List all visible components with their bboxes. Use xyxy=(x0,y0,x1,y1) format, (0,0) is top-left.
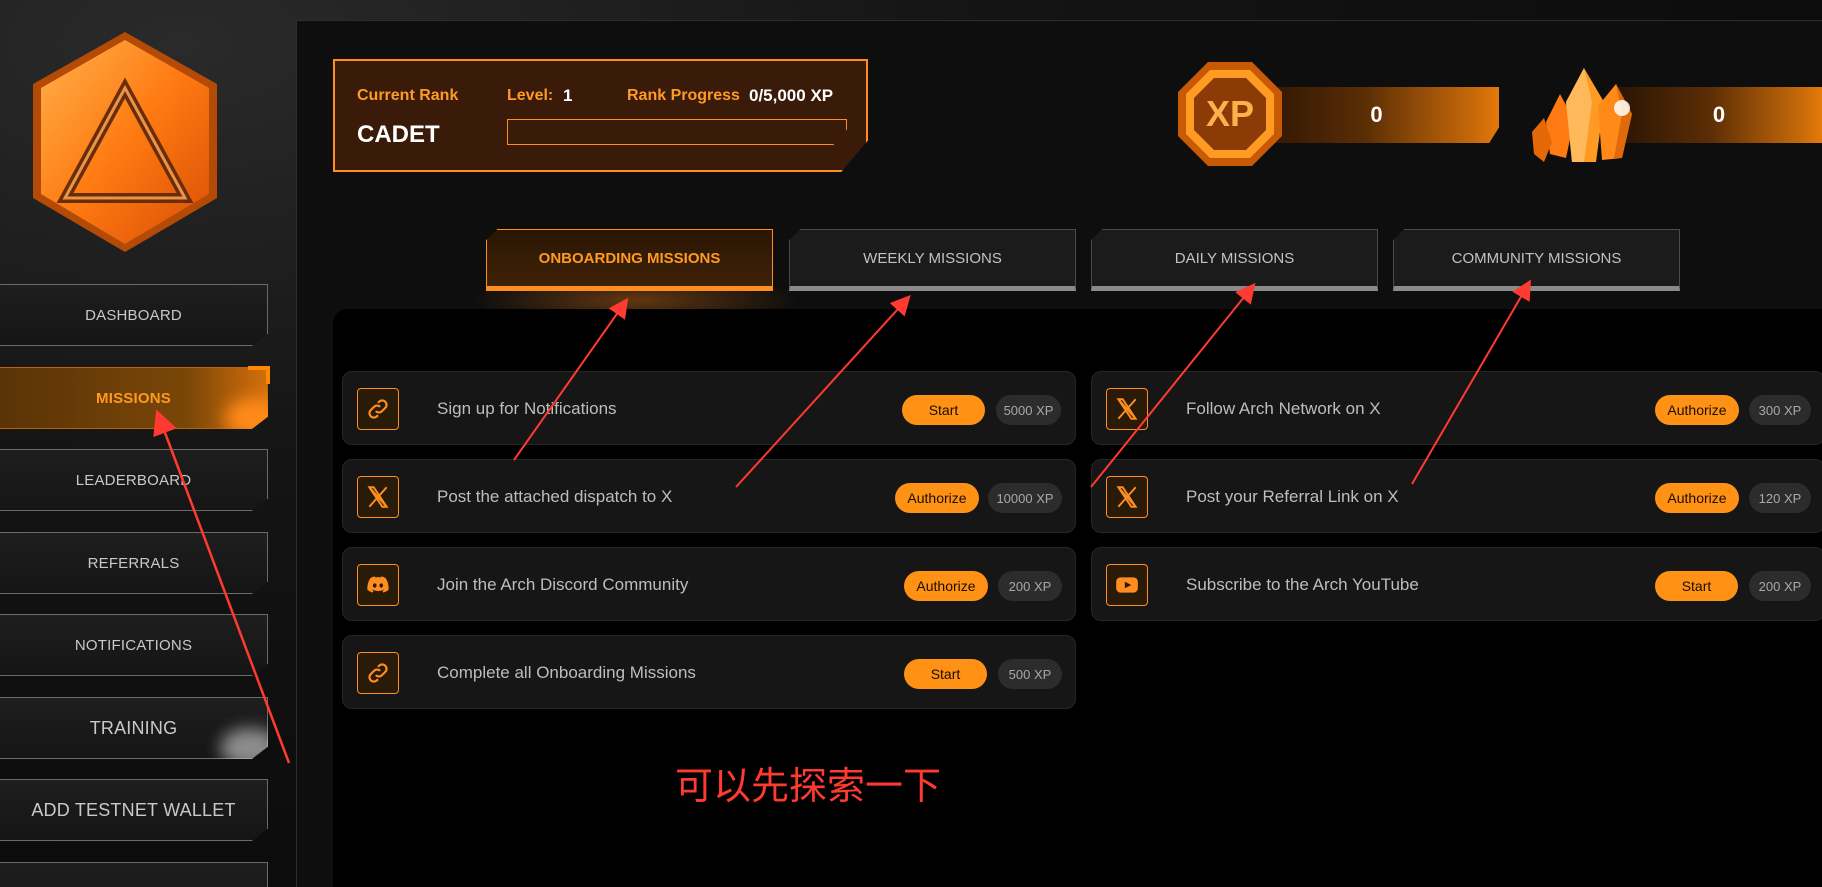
start-button[interactable]: Start xyxy=(902,395,985,425)
authorize-button[interactable]: Authorize xyxy=(895,483,979,513)
xp-reward-badge: 200 XP xyxy=(998,571,1062,601)
app-stage: DASHBOARD MISSIONS LEADERBOARD REFERRALS… xyxy=(0,0,1822,887)
xp-reward-badge: 200 XP xyxy=(1749,571,1811,601)
authorize-button[interactable]: Authorize xyxy=(1655,395,1739,425)
xp-reward-badge: 300 XP xyxy=(1749,395,1811,425)
tab-label: WEEKLY MISSIONS xyxy=(863,249,1002,267)
mission-card: Complete all Onboarding Missions Start 5… xyxy=(342,635,1076,709)
sidebar-item-referrals[interactable]: REFERRALS xyxy=(0,532,268,594)
start-button[interactable]: Start xyxy=(1655,571,1738,601)
sidebar-item-label: TRAINING xyxy=(89,717,178,738)
sidebar-item-training[interactable]: TRAINING xyxy=(0,697,268,759)
start-button[interactable]: Start xyxy=(904,659,987,689)
sidebar: DASHBOARD MISSIONS LEADERBOARD REFERRALS… xyxy=(0,0,296,887)
rank-progress-value: 0/5,000 XP xyxy=(749,86,834,105)
mission-card: Post your Referral Link on X Authorize 1… xyxy=(1091,459,1822,533)
mission-card: Follow Arch Network on X Authorize 300 X… xyxy=(1091,371,1822,445)
xp-badge-icon: XP xyxy=(1178,62,1282,166)
tab-label: DAILY MISSIONS xyxy=(1174,249,1295,267)
tab-label: COMMUNITY MISSIONS xyxy=(1451,249,1622,267)
sidebar-item-leaderboard[interactable]: LEADERBOARD xyxy=(0,449,268,511)
mission-title: Sign up for Notifications xyxy=(437,399,617,418)
tab-onboarding-missions[interactable]: ONBOARDING MISSIONS xyxy=(486,229,773,291)
xp-reward-badge: 10000 XP xyxy=(988,483,1062,513)
rank-panel: Current Rank Level: 1 Rank Progress 0/5,… xyxy=(333,59,868,172)
mission-title: Post the attached dispatch to X xyxy=(437,487,673,506)
sidebar-item-label: NOTIFICATIONS xyxy=(74,636,193,654)
glow-decoration xyxy=(220,728,268,759)
xp-stat: 0 XP xyxy=(1174,58,1499,166)
sidebar-item-more[interactable] xyxy=(0,862,268,887)
mission-title: Follow Arch Network on X xyxy=(1186,399,1381,418)
link-icon xyxy=(357,652,399,694)
xp-reward-badge: 500 XP xyxy=(998,659,1062,689)
sidebar-item-add-testnet-wallet[interactable]: ADD TESTNET WALLET xyxy=(0,779,268,841)
mission-title: Subscribe to the Arch YouTube xyxy=(1186,575,1419,594)
x-logo-icon xyxy=(1106,388,1148,430)
xp-reward-badge: 120 XP xyxy=(1749,483,1811,513)
annotation-note: 可以先探索一下 xyxy=(675,764,942,808)
discord-icon xyxy=(357,564,399,606)
xp-value: 0 xyxy=(1254,87,1499,143)
tab-label: ONBOARDING MISSIONS xyxy=(538,249,721,267)
sidebar-item-missions[interactable]: MISSIONS xyxy=(0,367,268,429)
xp-badge-text: XP xyxy=(1206,93,1254,134)
authorize-button[interactable]: Authorize xyxy=(904,571,988,601)
sidebar-item-label: REFERRALS xyxy=(87,554,180,572)
sidebar-item-label: ADD TESTNET WALLET xyxy=(31,799,236,820)
sidebar-item-dashboard[interactable]: DASHBOARD xyxy=(0,284,268,346)
crystal-value: 0 xyxy=(1616,87,1822,143)
x-logo-icon xyxy=(357,476,399,518)
rank-progress-bar xyxy=(507,119,847,145)
youtube-icon xyxy=(1106,564,1148,606)
rank-progress-label: Rank Progress xyxy=(627,87,740,104)
sidebar-item-notifications[interactable]: NOTIFICATIONS xyxy=(0,614,268,676)
missions-container: Sign up for Notifications Start 5000 XP … xyxy=(333,309,1822,887)
sidebar-item-label: MISSIONS xyxy=(96,389,171,407)
glow-decoration xyxy=(225,398,268,429)
tab-community-missions[interactable]: COMMUNITY MISSIONS xyxy=(1393,229,1680,291)
sidebar-item-label: LEADERBOARD xyxy=(75,471,192,489)
tab-daily-missions[interactable]: DAILY MISSIONS xyxy=(1091,229,1378,291)
tab-weekly-missions[interactable]: WEEKLY MISSIONS xyxy=(789,229,1076,291)
level-value: 1 xyxy=(563,86,573,105)
mission-card: Post the attached dispatch to X Authoriz… xyxy=(342,459,1076,533)
link-icon xyxy=(357,388,399,430)
authorize-button[interactable]: Authorize xyxy=(1655,483,1739,513)
x-logo-icon xyxy=(1106,476,1148,518)
mission-title: Complete all Onboarding Missions xyxy=(437,663,696,682)
sidebar-item-label: DASHBOARD xyxy=(85,306,182,324)
level-label: Level: xyxy=(507,87,554,104)
active-corner-marker xyxy=(248,366,270,384)
mission-title: Join the Arch Discord Community xyxy=(437,575,689,594)
mission-title: Post your Referral Link on X xyxy=(1186,487,1399,506)
current-rank-label: Current Rank xyxy=(357,87,459,104)
xp-reward-badge: 5000 XP xyxy=(996,395,1061,425)
rank-name: CADET xyxy=(357,121,440,148)
mission-card: Join the Arch Discord Community Authoriz… xyxy=(342,547,1076,621)
mission-card: Subscribe to the Arch YouTube Start 200 … xyxy=(1091,547,1822,621)
arch-logo-icon xyxy=(33,32,217,252)
crystal-icon xyxy=(1532,68,1632,162)
mission-card: Sign up for Notifications Start 5000 XP xyxy=(342,371,1076,445)
crystal-stat: 0 xyxy=(1526,58,1822,162)
